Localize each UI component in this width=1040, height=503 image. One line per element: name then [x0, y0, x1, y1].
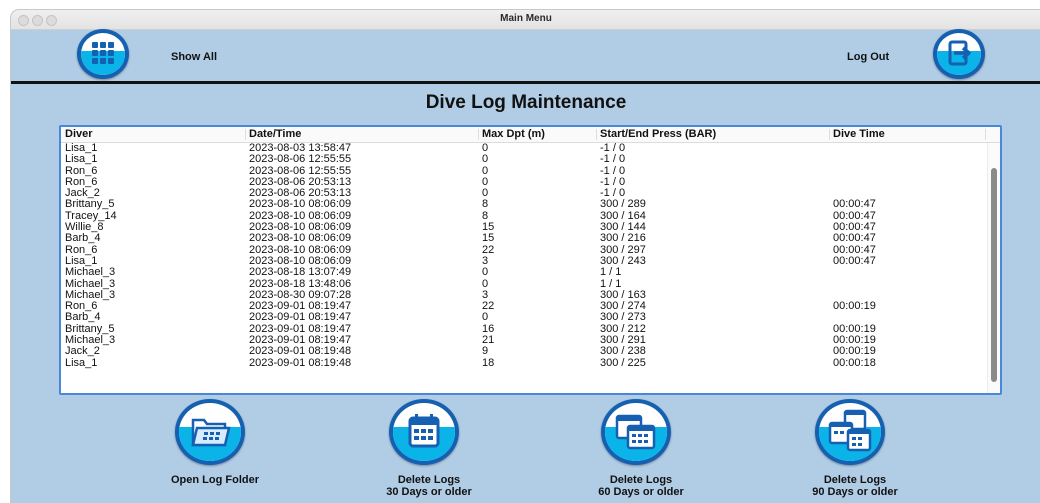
open-log-folder-button[interactable]	[175, 399, 255, 465]
cell-max-depth: 15	[482, 232, 495, 245]
cell-datetime: 2023-09-01 08:19:48	[249, 356, 352, 369]
cell-diver: Lisa_1	[65, 153, 98, 166]
cell-diver: Jack_2	[65, 345, 100, 358]
cell-datetime: 2023-08-10 08:06:09	[249, 232, 352, 245]
cell-datetime: 2023-08-18 13:07:49	[249, 266, 352, 279]
delete-60-days-label: Delete Logs 60 Days or older	[598, 474, 684, 498]
table-row[interactable]: Lisa_1 2023-08-06 12:55:55 0 -1 / 0	[61, 154, 988, 165]
delete-90-days-label: Delete Logs 90 Days or older	[812, 474, 898, 498]
cell-pressure: 300 / 225	[600, 356, 646, 369]
cell-max-depth: 8	[482, 198, 489, 211]
cell-dive-time: 00:00:47	[833, 232, 876, 245]
folder-calendar-icon	[191, 418, 231, 447]
scrollbar-thumb[interactable]	[991, 168, 997, 382]
cell-max-depth: 0	[482, 164, 489, 177]
cell-datetime: 2023-08-06 12:55:55	[249, 153, 352, 166]
table-body: Lisa_1 2023-08-03 13:58:47 0 -1 / 0 Lisa_1 20…	[61, 143, 988, 393]
table-row[interactable]: Lisa_1 2023-08-03 13:58:47 0 -1 / 0	[61, 143, 988, 154]
cell-datetime: 2023-09-01 08:19:47	[249, 311, 352, 324]
cell-pressure: 1 / 1	[600, 277, 622, 290]
column-header-dive-time[interactable]: Dive Time	[833, 128, 885, 140]
show-all-button[interactable]	[77, 29, 129, 79]
cell-max-depth: 18	[482, 356, 495, 369]
cell-max-depth: 0	[482, 277, 489, 290]
table-row[interactable]: Lisa_1 2023-08-10 08:06:09 3 300 / 243 00:00…	[61, 254, 988, 267]
cell-pressure: 300 / 289	[600, 198, 646, 211]
table-row[interactable]: Ron_6 2023-09-01 08:19:47 22 300 / 274 00:00…	[61, 301, 988, 312]
window-title: Main Menu	[500, 13, 552, 24]
column-header-pressure[interactable]: Start/End Press (BAR)	[600, 128, 716, 140]
cell-dive-time: 00:00:19	[833, 300, 876, 313]
delete-60-days-button[interactable]	[601, 399, 681, 465]
three-calendars-icon	[828, 409, 872, 452]
grid-icon	[92, 42, 114, 64]
cell-datetime: 2023-09-01 08:19:48	[249, 345, 352, 358]
cell-pressure: 300 / 216	[600, 232, 646, 245]
cell-datetime: 2023-08-18 13:48:06	[249, 277, 352, 290]
cell-pressure: 300 / 238	[600, 345, 646, 358]
table-row[interactable]: Barb_4 2023-08-10 08:06:09 15 300 / 216 00:0…	[61, 233, 988, 244]
cell-pressure: 300 / 273	[600, 311, 646, 324]
cell-dive-time: 00:00:47	[833, 198, 876, 211]
vertical-scrollbar[interactable]	[987, 143, 1000, 393]
calendar-icon	[408, 414, 440, 448]
cell-diver: Barb_4	[65, 311, 101, 324]
logout-button[interactable]	[933, 29, 985, 79]
cell-diver: Lisa_1	[65, 356, 98, 369]
table-row[interactable]: Michael_3 2023-08-18 13:07:49 0 1 / 1	[61, 267, 988, 278]
column-header-max-depth[interactable]: Max Dpt (m)	[482, 128, 545, 140]
cell-diver: Barb_4	[65, 232, 101, 245]
column-header-diver[interactable]: Diver	[65, 128, 93, 140]
cell-diver: Michael_3	[65, 266, 116, 279]
cell-pressure: -1 / 0	[600, 153, 626, 166]
cell-pressure: 1 / 1	[600, 266, 622, 279]
delete-30-days-button[interactable]	[389, 399, 469, 465]
cell-diver: Michael_3	[65, 277, 116, 290]
column-header-datetime[interactable]: Date/Time	[249, 128, 301, 140]
two-calendars-icon	[615, 414, 656, 450]
delete-30-days-label: Delete Logs 30 Days or older	[386, 474, 472, 498]
table-row[interactable]: Jack_2 2023-09-01 08:19:48 9 300 / 238 00:00…	[61, 346, 988, 357]
cell-max-depth: 9	[482, 345, 489, 358]
logout-icon	[948, 40, 971, 66]
cell-dive-time: 00:00:47	[833, 254, 876, 267]
cell-dive-time: 00:00:18	[833, 356, 876, 369]
delete-90-days-button[interactable]	[815, 399, 895, 465]
toolbar-divider	[11, 81, 1040, 84]
cell-diver: Brittany_5	[65, 198, 115, 211]
cell-max-depth: 0	[482, 311, 489, 324]
cell-datetime: 2023-08-06 12:55:55	[249, 164, 352, 177]
cell-max-depth: 0	[482, 153, 489, 166]
page-title: Dive Log Maintenance	[425, 92, 627, 113]
table-row[interactable]: Lisa_1 2023-09-01 08:19:48 18 300 / 225 00:0…	[61, 356, 988, 369]
show-all-label[interactable]: Show All	[171, 51, 217, 63]
cell-dive-time: 00:00:19	[833, 345, 876, 358]
logout-label[interactable]: Log Out	[847, 51, 889, 63]
cell-pressure: -1 / 0	[600, 164, 626, 177]
title-bar[interactable]: Main Menu	[11, 10, 1040, 30]
table-row[interactable]: Michael_3 2023-08-18 13:48:06 0 1 / 1	[61, 277, 988, 290]
open-log-folder-label: Open Log Folder	[171, 474, 259, 486]
table-row[interactable]: Ron_6 2023-08-06 12:55:55 0 -1 / 0	[61, 164, 988, 177]
cell-diver: Ron_6	[65, 164, 98, 177]
main-menu-window: Main Menu Show All Log Out Dive Log Main…	[10, 9, 1040, 503]
cell-datetime: 2023-08-10 08:06:09	[249, 198, 352, 211]
dive-log-table[interactable]: Diver Date/Time Max Dpt (m) Start/End Pr…	[59, 125, 1002, 395]
cell-max-depth: 0	[482, 266, 489, 279]
table-header: Diver Date/Time Max Dpt (m) Start/End Pr…	[61, 127, 1000, 143]
table-row[interactable]: Ron_6 2023-08-06 20:53:13 0 -1 / 0	[61, 176, 988, 188]
